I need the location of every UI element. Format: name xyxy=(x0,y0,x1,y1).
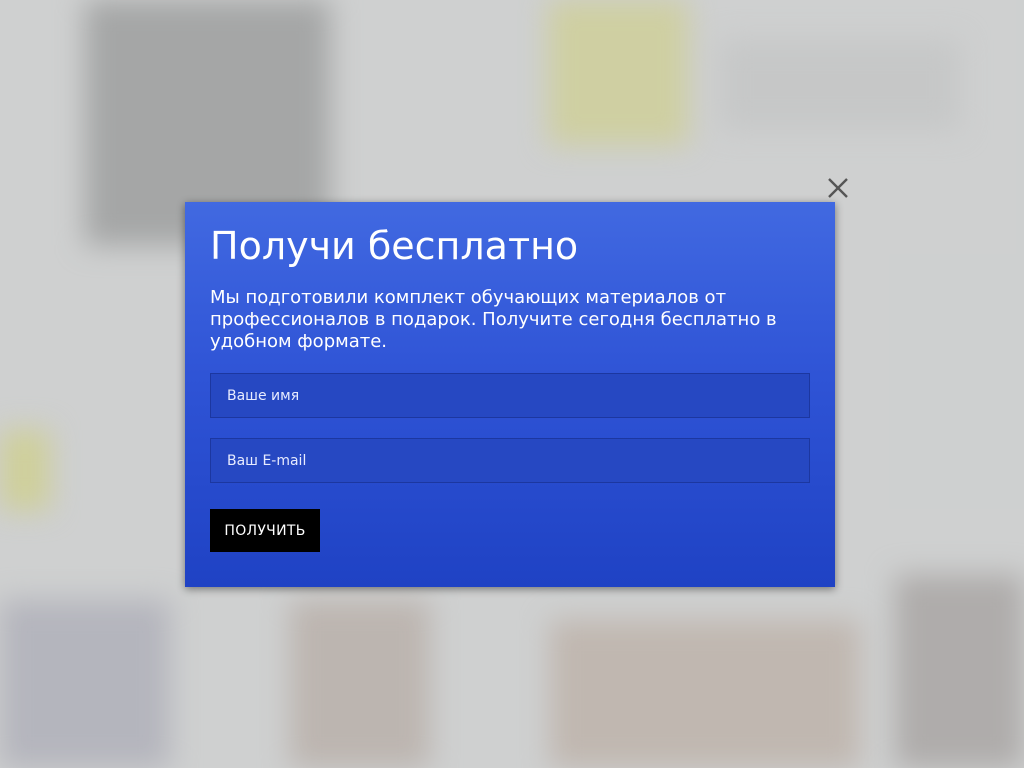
modal-title: Получи бесплатно xyxy=(210,224,579,268)
modal-description: Мы подготовили комплект обучающих матери… xyxy=(210,287,777,352)
email-input[interactable] xyxy=(210,438,810,483)
name-input[interactable] xyxy=(210,373,810,418)
close-icon xyxy=(828,178,848,198)
subscribe-modal: Получи бесплатно Мы подготовили комплект… xyxy=(185,202,835,587)
submit-button[interactable]: ПОЛУЧИТЬ xyxy=(210,509,320,552)
close-button[interactable] xyxy=(824,174,852,202)
